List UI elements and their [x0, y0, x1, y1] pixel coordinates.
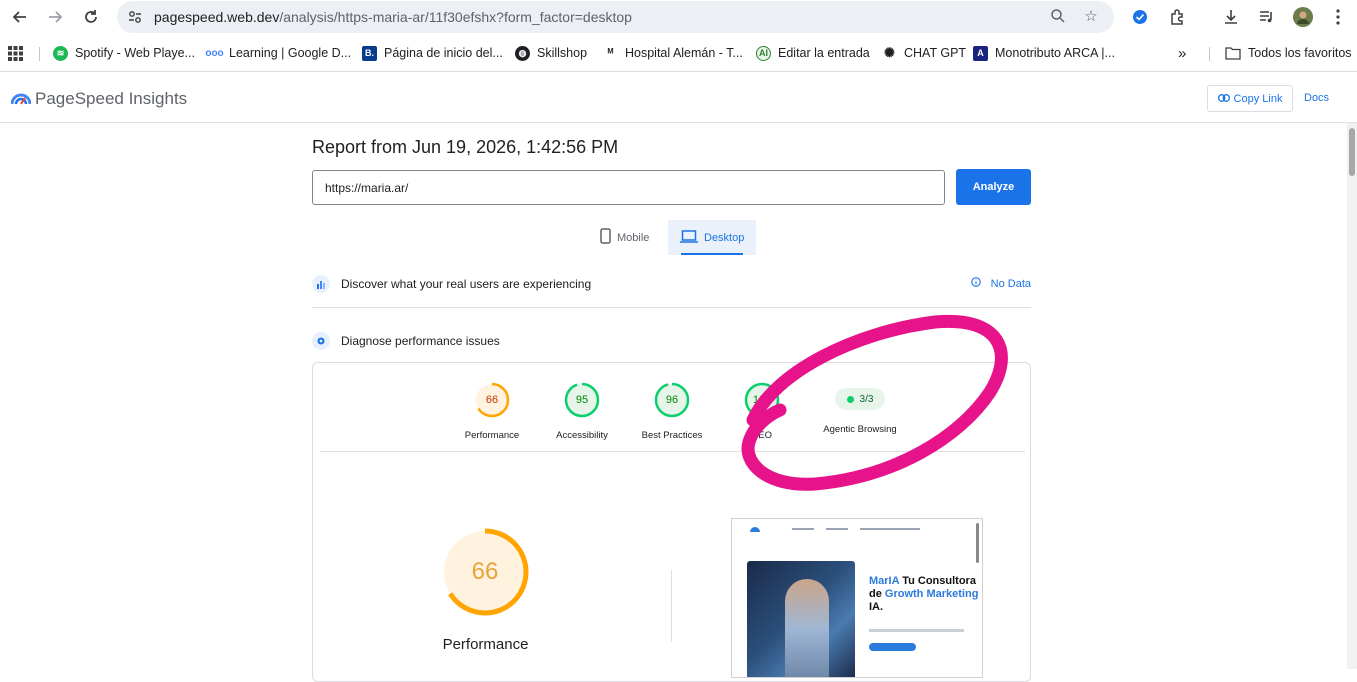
- laptop-icon: [680, 229, 698, 246]
- copy-link-label: Copy Link: [1233, 92, 1283, 105]
- google-learning-icon: ooo: [205, 45, 224, 61]
- app-title[interactable]: PageSpeed Insights: [35, 89, 187, 109]
- zoom-icon[interactable]: [1049, 8, 1067, 26]
- page-screenshot-thumbnail: MarIA Tu Consultora de Growth Marketing …: [731, 518, 983, 678]
- bookmark-editar-entrada[interactable]: AI Editar la entrada: [756, 44, 870, 62]
- thumbnail-heading: MarIA Tu Consultora de Growth Marketing …: [869, 575, 979, 613]
- analyze-button[interactable]: Analyze: [956, 169, 1031, 205]
- bookmark-hospital[interactable]: ᴹ Hospital Alemán - T...: [603, 44, 743, 62]
- link-icon: [1217, 93, 1230, 105]
- hand-drawn-circle-annotation: [741, 314, 1008, 491]
- spotify-icon: ≋: [53, 45, 68, 61]
- extensions-icon[interactable]: [1167, 6, 1189, 28]
- gauge-label: Accessibility: [556, 430, 608, 441]
- bookmarks-overflow-chevron-icon[interactable]: »: [1178, 44, 1186, 62]
- folder-icon: [1225, 46, 1241, 60]
- site-settings-icon[interactable]: [126, 8, 144, 26]
- big-score-value: 66: [471, 558, 499, 585]
- profile-avatar[interactable]: [1292, 6, 1314, 28]
- bookmark-chatgpt[interactable]: ✺ CHAT GPT: [882, 44, 966, 62]
- page-scrollbar[interactable]: [1347, 123, 1357, 669]
- bookmark-monotributo[interactable]: A Monotributo ARCA |...: [973, 44, 1115, 62]
- apps-grid-icon[interactable]: [8, 44, 23, 62]
- thumbnail-logo-icon: [750, 527, 760, 532]
- all-bookmarks-folder[interactable]: Todos los favoritos: [1225, 44, 1352, 62]
- tab-desktop[interactable]: Desktop: [668, 220, 757, 255]
- reload-icon[interactable]: [79, 5, 103, 29]
- gauge-accessibility[interactable]: 95 Accessibility: [537, 381, 627, 441]
- url-text: pagespeed.web.dev/analysis/https-maria-a…: [154, 9, 632, 25]
- bookmark-star-icon[interactable]: ☆: [1082, 8, 1100, 26]
- section-divider: [312, 307, 1031, 308]
- bookmark-learning[interactable]: ooo Learning | Google D...: [205, 44, 351, 62]
- back-icon[interactable]: [8, 5, 32, 29]
- thumbnail-cta-button: [869, 643, 916, 651]
- mobile-device-icon: [600, 228, 611, 247]
- diagnose-label: Diagnose performance issues: [341, 334, 500, 348]
- ai-logo-icon: AI: [756, 45, 771, 61]
- gauge-value: 95: [575, 394, 589, 406]
- no-data-link[interactable]: No Data: [970, 277, 1031, 290]
- pagespeed-logo-icon[interactable]: [10, 90, 32, 111]
- bookmark-spotify[interactable]: ≋ Spotify - Web Playe...: [53, 44, 195, 62]
- psi-header: PageSpeed Insights Copy Link Docs: [0, 73, 1357, 123]
- media-queue-icon[interactable]: [1256, 6, 1278, 28]
- url-input[interactable]: [312, 170, 945, 205]
- thumbnail-hero-image: [747, 561, 855, 677]
- gauge-performance[interactable]: 66 Performance: [447, 381, 537, 441]
- address-bar[interactable]: pagespeed.web.dev/analysis/https-maria-a…: [117, 1, 1114, 33]
- bookmark-pagina-inicio[interactable]: B. Página de inicio del...: [362, 44, 503, 62]
- gauge-label: Best Practices: [641, 430, 703, 441]
- diagnose-icon: [312, 332, 330, 350]
- docs-link[interactable]: Docs: [1304, 92, 1329, 104]
- report-title: Report from Jun 19, 2026, 1:42:56 PM: [312, 137, 619, 157]
- gauge-label: Performance: [464, 430, 520, 441]
- gauge-value: 66: [485, 394, 499, 406]
- crux-section[interactable]: Discover what your real users are experi…: [312, 266, 1031, 302]
- bookmark-skillshop[interactable]: ◍ Skillshop: [515, 44, 587, 62]
- arca-logo-icon: A: [973, 45, 988, 61]
- scrollbar-thumb[interactable]: [1349, 128, 1355, 176]
- users-chart-icon: [312, 275, 330, 293]
- crux-label: Discover what your real users are experi…: [341, 277, 592, 291]
- big-score-label: Performance: [442, 636, 529, 653]
- extension-check-icon[interactable]: [1129, 6, 1151, 28]
- thumbnail-nav: [732, 519, 982, 539]
- copy-link-button[interactable]: Copy Link: [1207, 85, 1293, 112]
- forward-icon[interactable]: [43, 5, 67, 29]
- hospital-logo-icon: ᴹ: [603, 45, 618, 61]
- openai-icon: ✺: [882, 45, 897, 61]
- globe-icon: ◍: [515, 45, 530, 61]
- bookmarks-bar: ≋ Spotify - Web Playe... ooo Learning | Go…: [0, 34, 1357, 72]
- b-logo-icon: B.: [362, 45, 377, 61]
- info-icon: [970, 277, 981, 290]
- tab-mobile[interactable]: Mobile: [588, 220, 661, 255]
- gauge-value: 96: [665, 394, 679, 406]
- download-icon[interactable]: [1220, 6, 1242, 28]
- vertical-divider: [671, 570, 672, 642]
- browser-toolbar: pagespeed.web.dev/analysis/https-maria-a…: [0, 0, 1357, 34]
- gauge-best-practices[interactable]: 96 Best Practices: [627, 381, 717, 441]
- menu-kebab-icon[interactable]: [1327, 6, 1349, 28]
